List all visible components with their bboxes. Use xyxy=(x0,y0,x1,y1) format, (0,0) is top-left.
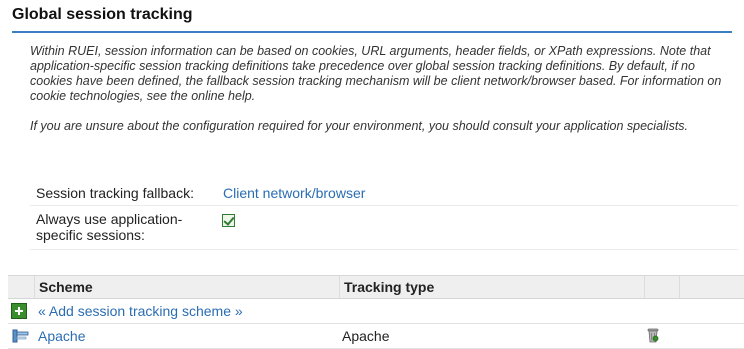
session-schemes-table: Scheme Tracking type « Add session track… xyxy=(8,275,744,349)
add-icon[interactable] xyxy=(11,303,27,319)
always-use-checkbox[interactable] xyxy=(222,214,235,227)
tracking-type-cell: Apache xyxy=(342,328,389,344)
always-use-row: Always use application-specific sessions… xyxy=(30,206,738,250)
fallback-link[interactable]: Client network/browser xyxy=(223,185,365,201)
add-scheme-link[interactable]: « Add session tracking scheme » xyxy=(38,303,243,319)
table-row: Apache Apache xyxy=(8,324,744,349)
trash-icon[interactable] xyxy=(646,327,660,343)
scheme-link[interactable]: Apache xyxy=(38,328,85,344)
header-filler xyxy=(680,276,744,298)
always-use-label: Always use application-specific sessions… xyxy=(30,211,211,243)
scheme-icon xyxy=(12,329,30,343)
intro-text: Within RUEI, session information can be … xyxy=(30,44,738,134)
header-scheme[interactable]: Scheme xyxy=(35,276,340,298)
header-action-col xyxy=(645,276,680,298)
header-icon-col xyxy=(8,276,35,298)
add-scheme-row: « Add session tracking scheme » xyxy=(8,299,744,324)
intro-paragraph: If you are unsure about the configuratio… xyxy=(30,119,738,134)
fallback-row: Session tracking fallback: Client networ… xyxy=(30,185,738,206)
header-tracking-type[interactable]: Tracking type xyxy=(340,276,645,298)
intro-paragraph: Within RUEI, session information can be … xyxy=(30,44,738,104)
fallback-label: Session tracking fallback: xyxy=(30,185,223,201)
table-header: Scheme Tracking type xyxy=(8,275,744,299)
page-title: Global session tracking xyxy=(12,6,732,33)
settings-panel: Session tracking fallback: Client networ… xyxy=(30,185,738,250)
